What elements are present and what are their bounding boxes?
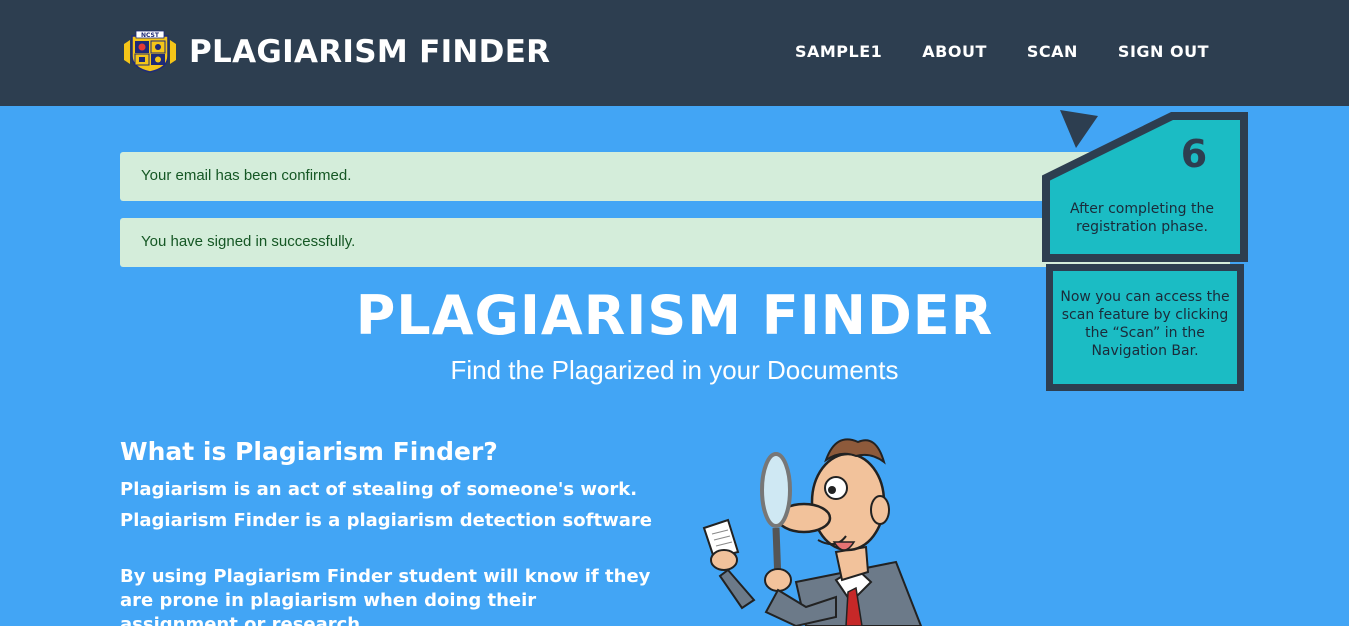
detective-cartoon-image bbox=[702, 438, 923, 626]
tutorial-step-text: After completing the registration phase. bbox=[1070, 201, 1214, 235]
about-paragraph: Plagiarism is an act of stealing of some… bbox=[120, 479, 638, 500]
top-navbar: NCST PLAGIARISM FINDER SAMPLE1 ABOUT SCA… bbox=[0, 0, 1349, 106]
nav-links: SAMPLE1 ABOUT SCAN SIGN OUT bbox=[755, 42, 1209, 61]
tutorial-step-number: 6 bbox=[1180, 132, 1208, 176]
nav-scan[interactable]: SCAN bbox=[1027, 42, 1078, 61]
nav-sign-out[interactable]: SIGN OUT bbox=[1118, 42, 1209, 61]
brand-title[interactable]: PLAGIARISM FINDER bbox=[189, 34, 550, 70]
about-paragraph: Plagiarism Finder is a plagiarism detect… bbox=[120, 510, 652, 531]
nav-sample1[interactable]: SAMPLE1 bbox=[795, 42, 882, 61]
about-heading: What is Plagiarism Finder? bbox=[120, 437, 498, 466]
school-seal-logo: NCST bbox=[124, 30, 176, 73]
nav-about[interactable]: ABOUT bbox=[922, 42, 987, 61]
logo-text: NCST bbox=[141, 32, 160, 39]
about-paragraph: By using Plagiarism Finder student will … bbox=[120, 566, 651, 626]
tutorial-hint-text: Now you can access the scan feature by c… bbox=[1060, 289, 1230, 359]
brand[interactable]: NCST PLAGIARISM FINDER bbox=[120, 30, 550, 74]
